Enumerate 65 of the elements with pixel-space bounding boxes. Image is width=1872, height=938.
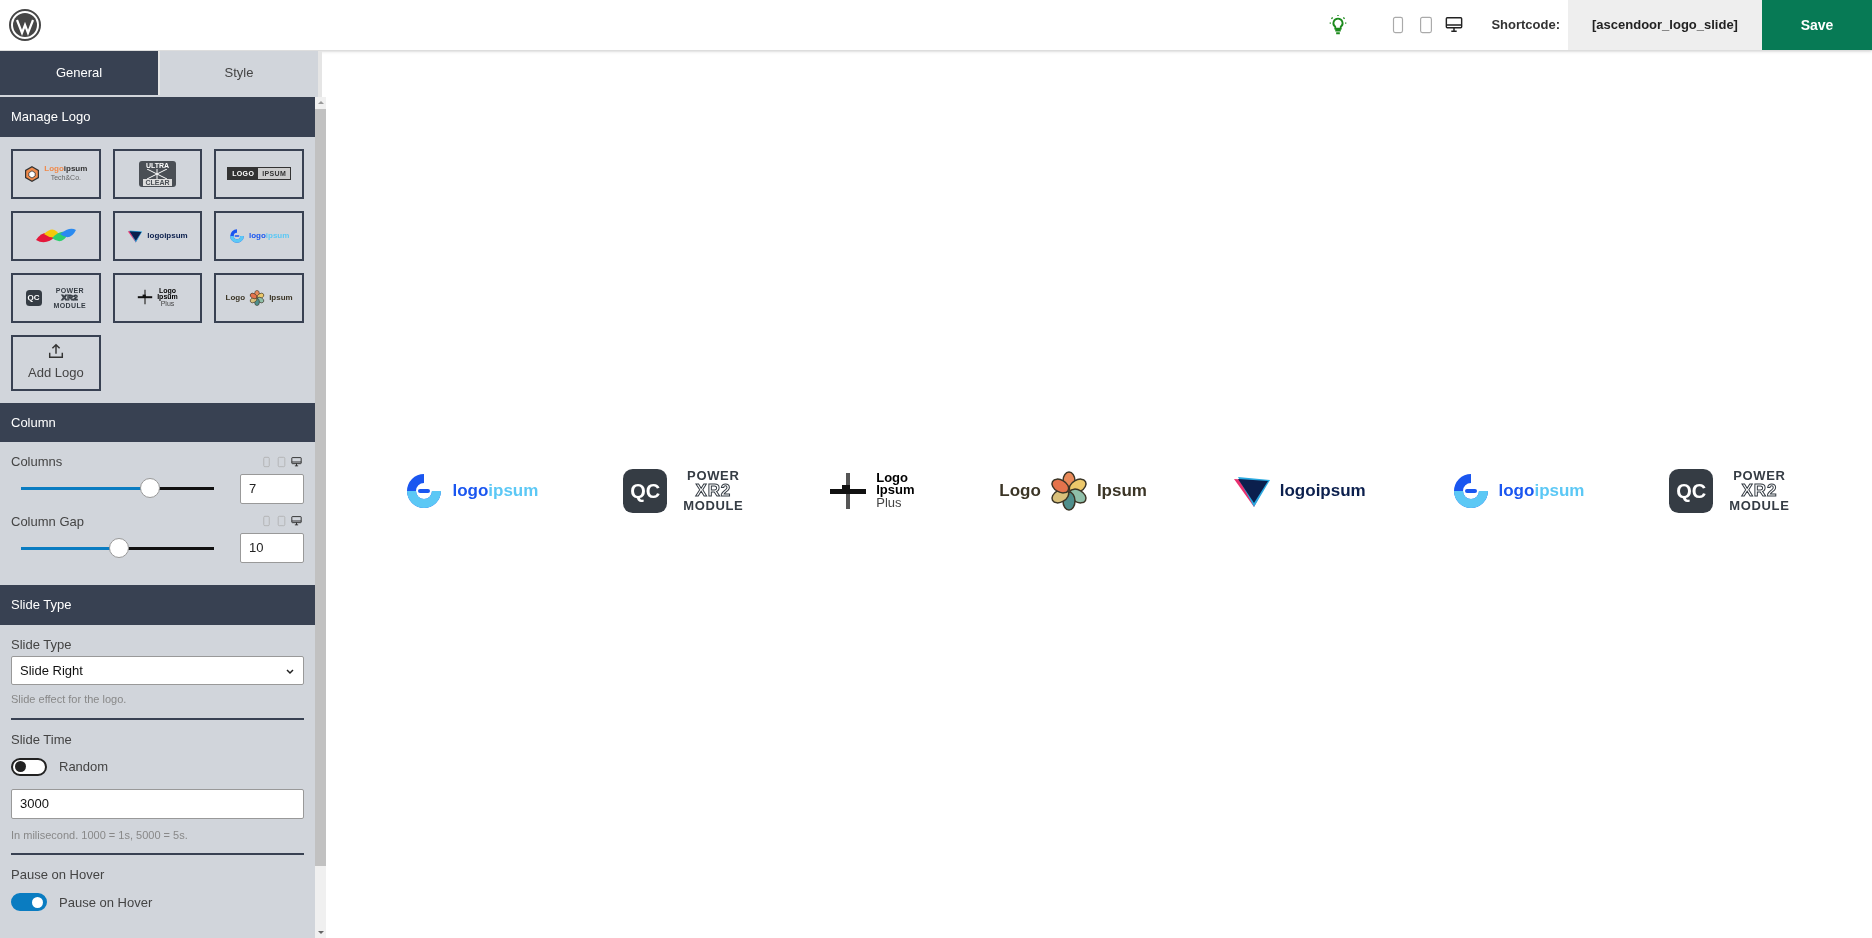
field-label: Slide Type [11,635,73,654]
logo-thumbnail[interactable]: Logo Ipsum [214,272,304,323]
scrollbar[interactable] [315,97,326,938]
toggle-switch[interactable] [11,893,47,912]
desktop-icon[interactable] [291,455,302,468]
save-button[interactable]: Save [1762,0,1872,50]
wordpress-logo-icon[interactable] [9,9,41,41]
logo-wordmark: Ipsum [269,291,293,304]
ring-logo-icon [228,227,245,244]
flower-icon [1048,470,1089,511]
number-input[interactable]: 10 [240,533,304,563]
logo-wordmark: logoipsum [147,229,188,242]
desktop-icon[interactable] [291,515,302,528]
logo-wordmark: POWER [687,469,740,482]
logo-wordmark: XR2 [695,482,732,499]
toggle-switch[interactable] [11,757,47,776]
field-label: Column Gap [11,512,84,531]
logo-wordmark: Logo [225,291,246,304]
slide-time-input[interactable]: 3000 [11,788,304,819]
section-header: Manage Logo [0,97,315,137]
shortcode-field[interactable]: [ascendoor_logo_slide] [1568,0,1762,50]
hexagon-logo-icon [24,165,41,182]
section-header: Slide Type [0,585,315,625]
field-hint: In milisecond. 1000 = 1s, 5000 = 5s. [11,827,189,843]
logo-wordmark: POWER [1733,469,1786,482]
logo-wordmark: Logo [876,472,908,485]
toggle-label: Random [59,758,109,776]
shortcode-label: Shortcode: [1491,16,1560,35]
cross-logo-icon [137,289,154,306]
flower-icon [249,289,266,306]
logo-wordmark: logoipsum [1279,479,1366,502]
logo-wordmark: Plus [876,496,902,509]
logo-wordmark: Ipsum [1096,479,1147,502]
qc-badge: QC [623,468,668,513]
logo-wordmark: Ipsum [876,484,915,497]
qc-badge: QC [1669,468,1714,513]
section-header: Column [0,402,315,442]
logo-wordmark: MODULE [683,499,744,512]
field-hint: Slide effect for the logo. [11,692,128,707]
logo-wordmark: XR2 [1741,482,1778,499]
logo-wordmark: logoipsum [452,479,539,502]
logo-wordmark: MODULE [1729,499,1790,512]
logo-thumbnail[interactable]: logoipsum [112,210,203,261]
logo-wordmark: XR2 [61,293,79,302]
upload-icon [46,342,65,361]
number-input[interactable]: 7 [240,473,304,504]
slide-type-dropdown[interactable]: Slide Right [11,656,304,685]
field-label: Pause on Hover [11,866,106,884]
triangle-logo-icon [127,227,144,244]
slider-thumb[interactable] [109,537,130,558]
toggle-label: Pause on Hover [59,893,153,912]
add-logo-button[interactable]: Add Logo [11,334,101,391]
logo-wordmark: logoipsum [248,229,290,242]
qc-badge: QC [25,289,42,306]
field-label: Slide Time [11,730,73,749]
desktop-icon[interactable] [1445,15,1464,35]
field-label: Columns [11,453,63,471]
tab[interactable]: General [0,51,158,95]
logo-wordmark: Logoipsum [44,164,88,175]
logo-thumbnail[interactable] [11,210,101,261]
slider-thumb[interactable] [140,478,161,498]
logo-wordmark: logoipsum [1498,479,1585,502]
cross-logo-icon [828,470,869,511]
logo-thumbnail[interactable]: logoipsum [214,210,304,261]
logo-wordmark: Logo [999,479,1041,502]
